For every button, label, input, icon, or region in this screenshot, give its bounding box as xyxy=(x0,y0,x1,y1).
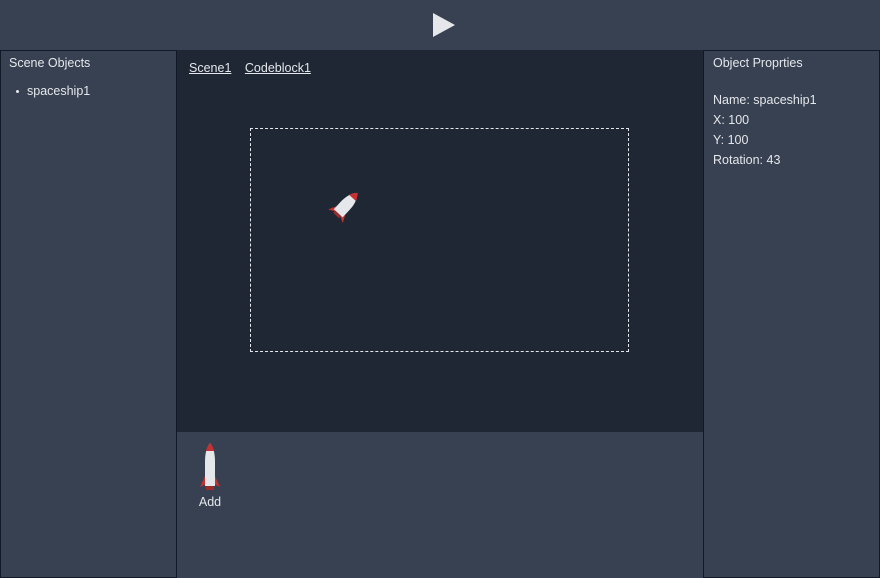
scene-objects-panel: Scene Objects spaceship1 xyxy=(0,50,177,578)
play-icon[interactable] xyxy=(430,12,456,38)
property-y: Y: 100 xyxy=(713,133,749,147)
scene-objects-list: spaceship1 xyxy=(15,84,90,98)
asset-tray: Add xyxy=(177,432,703,578)
property-x: X: 100 xyxy=(713,113,750,127)
add-sprite-button[interactable]: Add xyxy=(191,442,229,509)
scene-objects-title: Scene Objects xyxy=(9,56,91,70)
scene-bounds xyxy=(250,128,629,352)
property-rotation: Rotation: 43 xyxy=(713,153,781,167)
object-properties-panel: Object Proprties Name: spaceship1 X: 100… xyxy=(703,50,880,578)
object-properties-title: Object Proprties xyxy=(713,56,803,70)
add-label: Add xyxy=(198,495,222,509)
rocket-icon xyxy=(200,443,220,490)
properties-list: Name: spaceship1 X: 100 Y: 100 Rotation:… xyxy=(713,90,817,170)
scene-object-item[interactable]: spaceship1 xyxy=(15,84,90,98)
rocket-icon[interactable] xyxy=(323,184,367,228)
scene-canvas[interactable]: Scene1 Codeblock1 xyxy=(177,50,703,432)
top-toolbar xyxy=(0,0,880,50)
tab-scene1[interactable]: Scene1 xyxy=(189,61,231,75)
editor-tabs: Scene1 Codeblock1 xyxy=(189,61,321,75)
tab-codeblock1[interactable]: Codeblock1 xyxy=(245,61,311,75)
property-name: Name: spaceship1 xyxy=(713,93,817,107)
